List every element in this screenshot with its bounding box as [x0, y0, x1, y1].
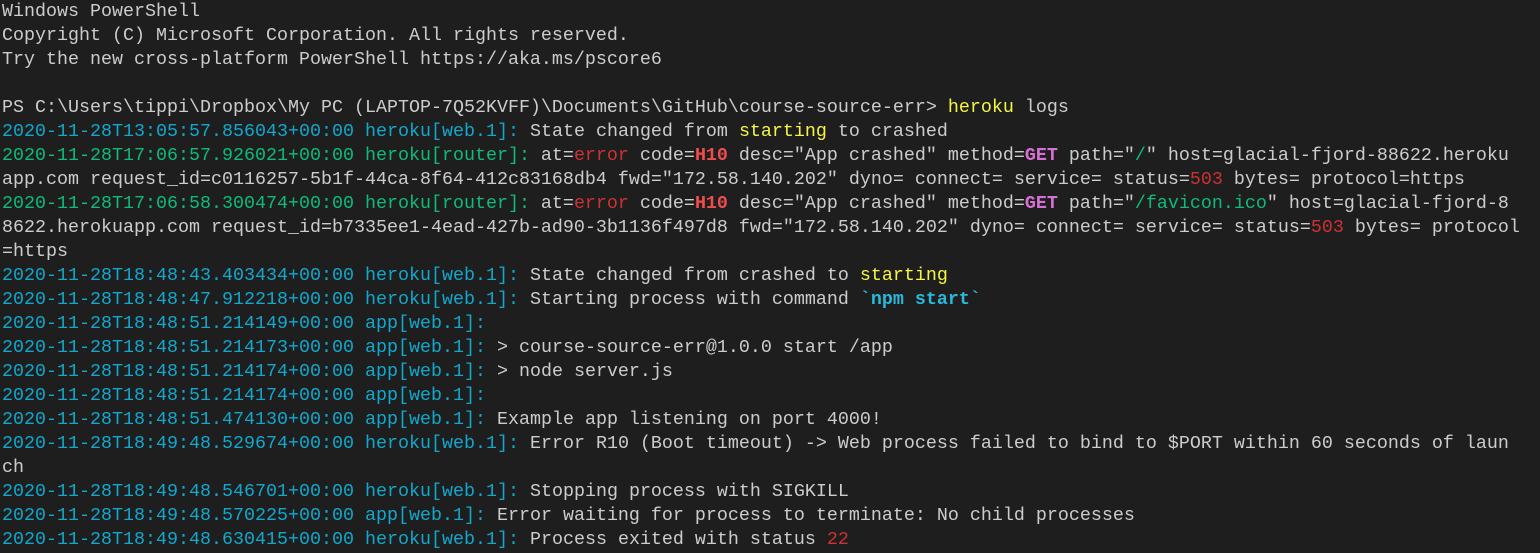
text-segment: 2020-11-28T18:48:51.474130+00:00 app[web… — [2, 409, 486, 430]
text-segment: code= — [628, 145, 695, 166]
text-segment: 2020-11-28T18:48:51.214174+00:00 app[web… — [2, 385, 486, 406]
terminal-line: 2020-11-28T18:49:48.546701+00:00 heroku[… — [2, 480, 1520, 504]
text-segment: desc="App crashed" method= — [727, 193, 1025, 214]
text-segment: State changed from crashed to — [518, 265, 860, 286]
text-segment: code= — [628, 193, 695, 214]
text-segment: `npm start` — [859, 289, 981, 310]
text-segment: heroku — [947, 97, 1014, 118]
text-segment: bytes= protocol=https — [1222, 169, 1465, 190]
terminal-output[interactable]: Windows PowerShell Copyright (C) Microsof… — [0, 0, 1520, 552]
text-segment: Copyright (C) Microsoft Corporation. All… — [2, 25, 629, 46]
terminal-line: 2020-11-28T18:49:48.529674+00:00 heroku[… — [2, 432, 1520, 480]
terminal-line: 2020-11-28T18:48:51.214174+00:00 app[web… — [2, 360, 1520, 384]
text-segment: 2020-11-28T18:48:51.214173+00:00 app[web… — [2, 337, 486, 358]
terminal-line: 2020-11-28T18:49:48.630415+00:00 heroku[… — [2, 528, 1520, 552]
text-segment: 2020-11-28T18:49:48.570225+00:00 app[web… — [2, 505, 486, 526]
terminal-line: 2020-11-28T18:48:51.214173+00:00 app[web… — [2, 336, 1520, 360]
text-segment: Stopping process with SIGKILL — [518, 481, 849, 502]
text-segment: logs — [1013, 97, 1069, 118]
text-segment: 22 — [826, 529, 849, 550]
text-segment: 2020-11-28T18:49:48.546701+00:00 heroku[… — [2, 481, 519, 502]
terminal-line: 2020-11-28T18:48:51.214149+00:00 app[web… — [2, 312, 1520, 336]
text-segment: Starting process with command — [518, 289, 860, 310]
text-segment: Try the new cross-platform PowerShell ht… — [2, 49, 662, 70]
text-segment: 2020-11-28T18:48:43.403434+00:00 heroku[… — [2, 265, 519, 286]
text-segment: /favicon.ico — [1134, 193, 1267, 214]
text-segment: 503 — [1310, 217, 1344, 238]
text-segment: at= — [529, 193, 574, 214]
text-segment: 2020-11-28T17:06:57.926021+00:00 heroku[… — [2, 145, 530, 166]
terminal-line: 2020-11-28T18:48:51.214174+00:00 app[web… — [2, 384, 1520, 408]
text-segment: GET — [1024, 145, 1058, 166]
text-segment: PS C:\Users\tippi\Dropbox\My PC (LAPTOP-… — [2, 97, 948, 118]
text-segment: 2020-11-28T18:49:48.630415+00:00 heroku[… — [2, 529, 519, 550]
text-segment: desc="App crashed" method= — [727, 145, 1025, 166]
text-segment: error — [573, 193, 629, 214]
text-segment: / — [1134, 145, 1146, 166]
text-segment: error — [573, 145, 629, 166]
text-segment: at= — [529, 145, 574, 166]
text-segment: path=" — [1057, 145, 1135, 166]
text-segment: 2020-11-28T18:48:51.214149+00:00 app[web… — [2, 313, 486, 334]
text-segment: starting — [738, 121, 827, 142]
text-segment: H10 — [694, 193, 728, 214]
terminal-line: 2020-11-28T17:06:58.300474+00:00 heroku[… — [2, 192, 1520, 264]
terminal-line: Copyright (C) Microsoft Corporation. All… — [2, 24, 1520, 48]
text-segment: Error waiting for process to terminate: … — [485, 505, 1135, 526]
text-segment: H10 — [694, 145, 728, 166]
text-segment: 2020-11-28T13:05:57.856043+00:00 heroku[… — [2, 121, 519, 142]
text-segment: > node server.js — [485, 361, 673, 382]
terminal-line: 2020-11-28T18:48:43.403434+00:00 heroku[… — [2, 264, 1520, 288]
text-segment: 2020-11-28T18:48:47.912218+00:00 heroku[… — [2, 289, 519, 310]
terminal-line: 2020-11-28T18:48:47.912218+00:00 heroku[… — [2, 288, 1520, 312]
text-segment: to crashed — [826, 121, 948, 142]
terminal-line: 2020-11-28T17:06:57.926021+00:00 heroku[… — [2, 144, 1520, 192]
terminal-line: Try the new cross-platform PowerShell ht… — [2, 48, 1520, 72]
text-segment: path=" — [1057, 193, 1135, 214]
terminal-line: 2020-11-28T18:49:48.570225+00:00 app[web… — [2, 504, 1520, 528]
text-segment: 503 — [1189, 169, 1223, 190]
terminal-line: Windows PowerShell — [2, 0, 1520, 24]
text-segment: Example app listening on port 4000! — [485, 409, 882, 430]
prompt-line: PS C:\Users\tippi\Dropbox\My PC (LAPTOP-… — [2, 96, 1520, 120]
terminal-line: 2020-11-28T18:48:51.474130+00:00 app[web… — [2, 408, 1520, 432]
text-segment: starting — [859, 265, 948, 286]
text-segment: State changed from — [518, 121, 739, 142]
text-segment: 2020-11-28T18:49:48.529674+00:00 heroku[… — [2, 433, 519, 454]
text-segment: > course-source-err@1.0.0 start /app — [485, 337, 893, 358]
text-segment: 2020-11-28T17:06:58.300474+00:00 heroku[… — [2, 193, 530, 214]
text-segment: Process exited with status — [518, 529, 827, 550]
terminal-line: 2020-11-28T13:05:57.856043+00:00 heroku[… — [2, 120, 1520, 144]
text-segment: 2020-11-28T18:48:51.214174+00:00 app[web… — [2, 361, 486, 382]
text-segment: Windows PowerShell — [2, 1, 200, 22]
text-segment: GET — [1024, 193, 1058, 214]
